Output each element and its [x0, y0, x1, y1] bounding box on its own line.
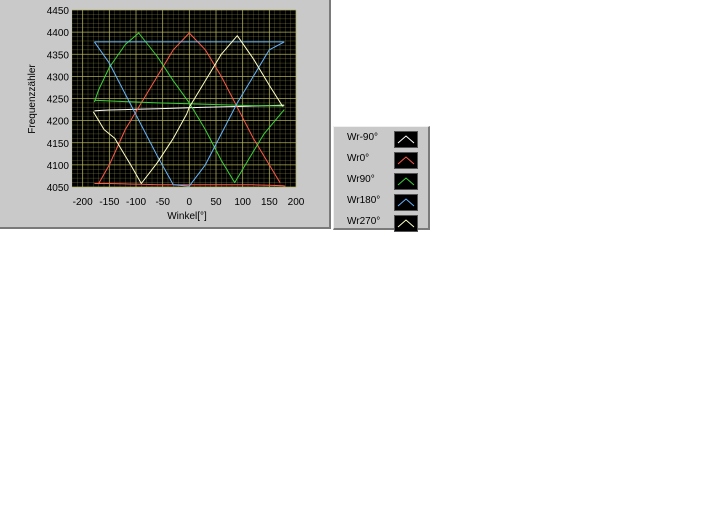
- x-axis-label: Winkel[°]: [167, 211, 207, 222]
- x-tick-label: -50: [155, 197, 170, 208]
- graph-panel: 4050 4100 4150 4200 4250 4300 4350 4400 4450 -200…: [0, 0, 331, 229]
- legend-label: Wr90°: [347, 174, 375, 185]
- x-tick-label: -100: [126, 197, 146, 208]
- x-tick-label: 100: [234, 197, 251, 208]
- legend-line-icon: [397, 198, 415, 207]
- legend-label: Wr180°: [347, 195, 381, 206]
- y-tick-label: 4100: [47, 161, 70, 172]
- y-tick-label: 4050: [47, 183, 70, 194]
- legend-swatch: [394, 194, 418, 211]
- y-tick-label: 4150: [47, 139, 70, 150]
- x-tick-label: -200: [73, 197, 93, 208]
- legend-label: Wr0°: [347, 153, 370, 164]
- x-tick-label: 0: [187, 197, 193, 208]
- legend-item[interactable]: Wr-90°: [334, 129, 429, 149]
- x-tick-label: 50: [210, 197, 222, 208]
- y-tick-label: 4350: [47, 50, 70, 61]
- legend-swatch: [394, 173, 418, 190]
- y-axis-label: Frequenzzähler: [27, 64, 38, 134]
- y-tick-label: 4200: [47, 117, 70, 128]
- legend-swatch: [394, 215, 418, 232]
- legend-item[interactable]: Wr90°: [334, 171, 429, 191]
- y-tick-label: 4300: [47, 72, 70, 83]
- legend-line-icon: [397, 156, 415, 165]
- legend-item[interactable]: Wr270°: [334, 213, 429, 233]
- legend-label: Wr270°: [347, 216, 381, 227]
- y-tick-label: 4450: [47, 6, 70, 17]
- y-tick-label: 4400: [47, 28, 70, 39]
- legend-label: Wr-90°: [347, 132, 379, 143]
- legend-line-icon: [397, 177, 415, 186]
- legend-item[interactable]: Wr180°: [334, 192, 429, 212]
- grid: [71, 9, 297, 188]
- legend-panel: Wr-90° Wr0° Wr90° Wr180° Wr270°: [333, 126, 430, 233]
- y-tick-label: 4250: [47, 95, 70, 106]
- x-tick-label: 200: [288, 197, 305, 208]
- legend-line-icon: [397, 219, 415, 228]
- legend-item[interactable]: Wr0°: [334, 150, 429, 170]
- legend-swatch: [394, 131, 418, 148]
- legend-swatch: [394, 152, 418, 169]
- x-tick-label: -150: [99, 197, 119, 208]
- frequency-chart: 4050 4100 4150 4200 4250 4300 4350 4400 4450 -200…: [27, 6, 305, 222]
- legend-line-icon: [397, 135, 415, 144]
- x-tick-label: 150: [261, 197, 278, 208]
